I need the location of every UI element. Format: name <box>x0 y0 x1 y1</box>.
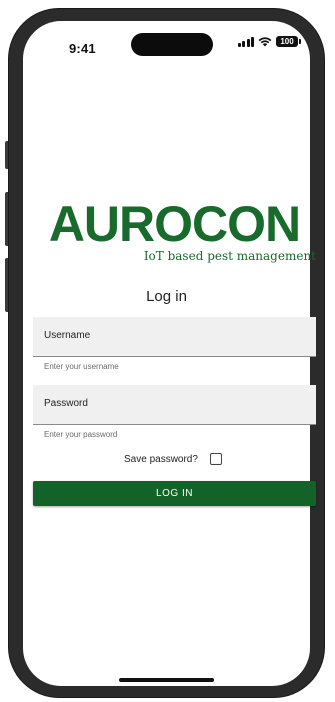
password-helper-text: Enter your password <box>44 430 118 439</box>
home-indicator <box>119 678 214 682</box>
password-input[interactable] <box>33 385 320 426</box>
logo-wordmark: AUROCON <box>48 196 301 252</box>
username-field[interactable]: Username <box>33 317 320 358</box>
brand-logo: AUROCON IoT based pest management <box>33 199 316 263</box>
password-field[interactable]: Password <box>33 385 320 426</box>
save-password-label: Save password? <box>124 454 198 465</box>
save-password-checkbox[interactable] <box>210 453 222 465</box>
device-frame: 9:41 100 AUROCON IoT based pest manageme… <box>0 0 335 702</box>
save-password-row: Save password? <box>23 453 310 467</box>
username-helper-text: Enter your username <box>44 362 119 371</box>
username-input[interactable] <box>33 317 320 358</box>
page-title: Log in <box>146 288 187 305</box>
login-button[interactable]: LOG IN <box>33 481 316 506</box>
